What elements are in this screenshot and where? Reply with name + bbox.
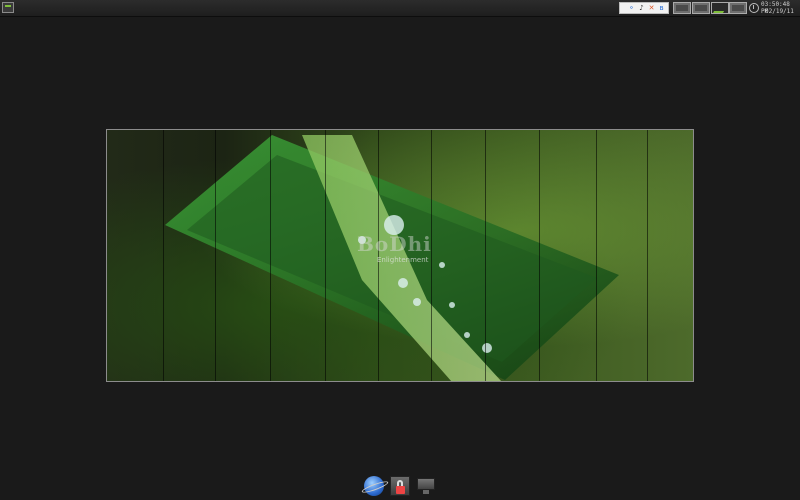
wifi-icon[interactable]: ⚬: [628, 4, 635, 12]
water-drop: [439, 262, 445, 268]
pager-desk-2-screen: [695, 5, 707, 11]
water-drop: [413, 298, 421, 306]
web-browser-icon[interactable]: [364, 476, 384, 496]
stripe-divider: [539, 130, 540, 381]
close-notify-icon[interactable]: ✕: [648, 4, 655, 12]
clock-icon[interactable]: [749, 3, 759, 13]
pager-desk-4-screen: [732, 5, 744, 11]
monitor-icon[interactable]: [416, 476, 436, 496]
active-desk-icon: [712, 6, 728, 13]
pager-desk-3[interactable]: [711, 2, 729, 14]
logo-title: BoDhi: [357, 232, 432, 256]
logo-subtitle: Enlightenment: [377, 256, 429, 264]
pager-desk-1-screen: [676, 5, 688, 11]
lock-icon[interactable]: [390, 476, 410, 496]
water-drop: [398, 278, 408, 288]
monitor-stand: [423, 490, 429, 494]
menu-icon: [5, 5, 11, 7]
stripe-divider: [485, 130, 486, 381]
pager-desk-4[interactable]: [729, 2, 747, 14]
stripe-divider: [596, 130, 597, 381]
bluetooth-icon[interactable]: ʙ: [658, 4, 665, 12]
start-menu-button[interactable]: [2, 2, 14, 13]
system-tray[interactable]: ⚬ ♪ ✕ ʙ: [619, 2, 669, 14]
stripe-divider: [163, 130, 164, 381]
launcher-dock: [364, 476, 436, 498]
stripe-divider: [325, 130, 326, 381]
desktop-wallpaper-preview: BoDhi Enlightenment: [106, 129, 694, 382]
water-drop: [464, 332, 470, 338]
stripe-divider: [270, 130, 271, 381]
volume-icon[interactable]: ♪: [638, 4, 645, 12]
pager-desk-1[interactable]: [673, 2, 691, 14]
water-drop: [449, 302, 455, 308]
stripe-divider: [215, 130, 216, 381]
monitor-screen: [417, 478, 435, 490]
stripe-divider: [647, 130, 648, 381]
top-panel: ⚬ ♪ ✕ ʙ 03:50:48 PM 02/19/11: [0, 0, 800, 17]
water-drop: [482, 343, 492, 353]
distro-logo: BoDhi Enlightenment: [357, 232, 447, 264]
pager-desk-2[interactable]: [692, 2, 710, 14]
clock-date[interactable]: 02/19/11: [765, 8, 794, 15]
lock-body: [396, 486, 405, 494]
